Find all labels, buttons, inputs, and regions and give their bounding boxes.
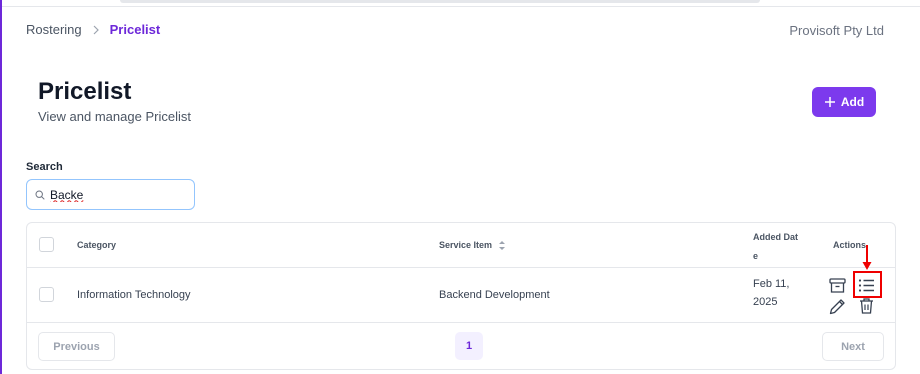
column-service-item[interactable]: Service Item — [439, 240, 506, 251]
search-label: Search — [26, 161, 63, 173]
cell-category: Information Technology — [77, 289, 191, 301]
sort-icon[interactable] — [498, 240, 506, 251]
table-row: Information Technology Backend Developme… — [27, 268, 895, 323]
archive-icon[interactable] — [828, 276, 847, 295]
trash-icon[interactable] — [857, 296, 876, 315]
pagination: Previous 1 Next — [27, 324, 895, 370]
left-accent-bar — [0, 0, 2, 374]
previous-button[interactable]: Previous — [38, 332, 115, 361]
pricelist-table: Category Service Item Added Date Actions… — [26, 222, 896, 370]
breadcrumb-rostering[interactable]: Rostering — [26, 22, 82, 37]
company-name: Provisoft Pty Ltd — [789, 23, 884, 38]
column-added-date: Added Date — [753, 232, 798, 261]
next-button[interactable]: Next — [822, 332, 884, 361]
cell-service-item: Backend Development — [439, 289, 550, 301]
search-icon — [35, 189, 45, 200]
row-checkbox[interactable] — [39, 287, 54, 302]
chevron-right-icon — [93, 25, 99, 34]
column-service-item-label: Service Item — [439, 240, 493, 250]
breadcrumb: Rostering Pricelist — [26, 22, 160, 37]
select-all-checkbox[interactable] — [39, 237, 54, 252]
cell-added-date: Feb 11, 2025 — [753, 278, 790, 308]
page-number-button[interactable]: 1 — [455, 332, 483, 360]
page-title: Pricelist — [38, 78, 132, 105]
divider — [2, 6, 920, 7]
arrow-down-icon — [862, 245, 872, 270]
edit-icon[interactable] — [828, 297, 847, 316]
add-button[interactable]: Add — [812, 87, 876, 117]
column-category: Category — [77, 240, 117, 250]
breadcrumb-pricelist: Pricelist — [109, 22, 161, 37]
plus-icon — [824, 97, 835, 107]
horizontal-scrollbar[interactable] — [120, 0, 760, 3]
add-button-label: Add — [840, 95, 865, 109]
page-subtitle: View and manage Pricelist — [38, 109, 191, 124]
search-field[interactable] — [26, 179, 195, 210]
table-header: Category Service Item Added Date Actions — [27, 223, 895, 268]
search-input[interactable] — [50, 187, 190, 202]
list-icon-highlight — [853, 271, 882, 298]
